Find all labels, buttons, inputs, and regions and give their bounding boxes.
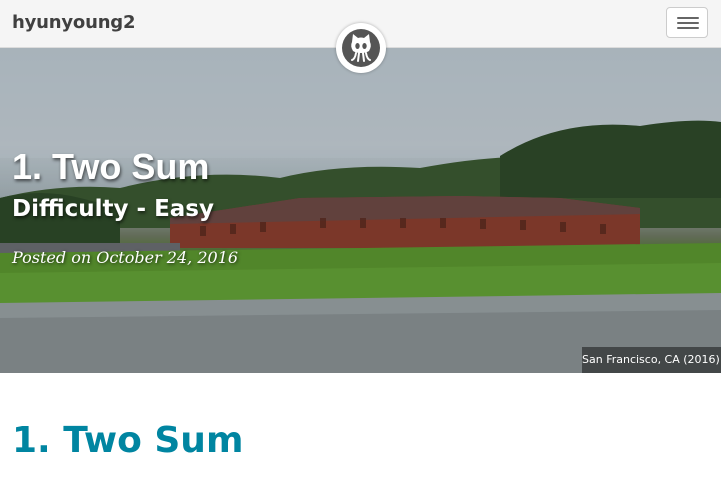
hero-post-title: 1. Two Sum xyxy=(12,146,210,187)
image-caption: San Francisco, CA (2016) xyxy=(582,347,721,373)
avatar[interactable] xyxy=(336,23,386,73)
post-title-heading: 1. Two Sum xyxy=(12,420,244,461)
github-octocat-icon xyxy=(342,29,380,67)
hero-post-subtitle: Difficulty - Easy xyxy=(12,196,214,222)
brand-link[interactable]: hyunyoung2 xyxy=(12,12,136,33)
navbar-toggle-button[interactable] xyxy=(666,7,708,38)
post-meta-date: Posted on October 24, 2016 xyxy=(12,248,239,267)
hero-header-image: 1. Two Sum Difficulty - Easy Posted on O… xyxy=(0,48,721,373)
